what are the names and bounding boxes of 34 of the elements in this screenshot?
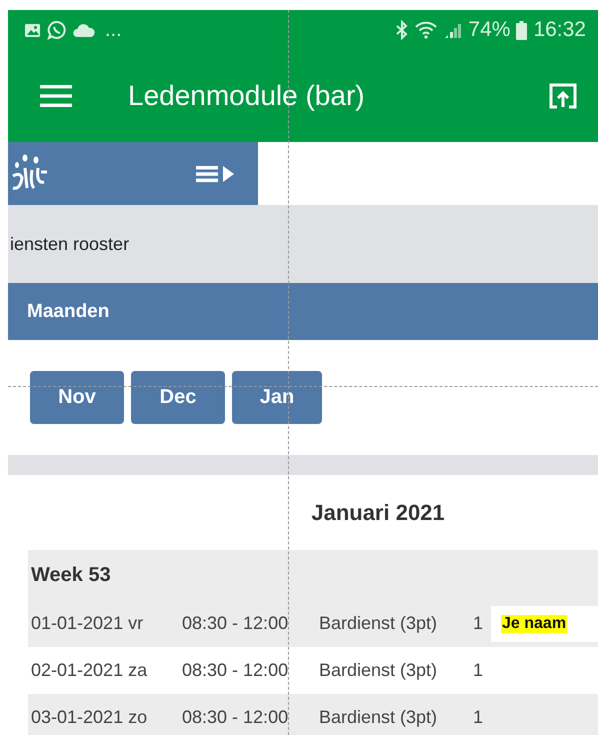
name-highlight: Je naam (501, 614, 568, 632)
count-cell-text: 1 (473, 707, 484, 728)
signal-icon (444, 21, 462, 39)
time-cell-text: 08:30 - 12:00 (182, 660, 290, 681)
time-cell-text: 08:30 - 12:00 (182, 707, 290, 728)
month-heading: Januari 2021 (311, 500, 445, 526)
image-icon (24, 22, 41, 38)
bluetooth-icon (396, 20, 408, 40)
chat-bubble-icon (47, 20, 67, 40)
upload-icon[interactable] (548, 82, 578, 110)
section-title: iensten rooster (9, 234, 130, 254)
cloud-icon (73, 24, 95, 36)
month-button[interactable]: Dec (131, 371, 225, 424)
count-cell-text: 1 (473, 660, 484, 681)
more-indicator: ... (105, 18, 122, 42)
wifi-icon (414, 21, 438, 39)
time-cell-text: 08:30 - 12:00 (182, 613, 290, 634)
clock-time: 16:32 (533, 18, 586, 42)
service-cell-text: Bardienst (3pt) (319, 707, 438, 728)
menu-expand-icon[interactable] (196, 164, 236, 182)
battery-level: 74% (468, 18, 510, 42)
service-cell-text: Bardienst (3pt) (319, 613, 438, 634)
date-cell-text: 02-01-2021 za (31, 660, 148, 681)
panel-title: Maanden (27, 300, 110, 322)
count-cell-text: 1 (473, 613, 484, 634)
battery-icon (516, 20, 528, 40)
app-title: Ledenmodule (bar) (128, 80, 366, 112)
month-button[interactable]: Jan (232, 371, 322, 424)
menu-icon[interactable] (40, 84, 72, 108)
service-cell-text: Bardienst (3pt) (319, 660, 438, 681)
date-cell-text: 01-01-2021 vr (31, 613, 144, 634)
month-button[interactable]: Nov (30, 371, 124, 424)
date-cell-text: 03-01-2021 zo (31, 707, 148, 728)
week-title: Week 53 (31, 564, 111, 586)
